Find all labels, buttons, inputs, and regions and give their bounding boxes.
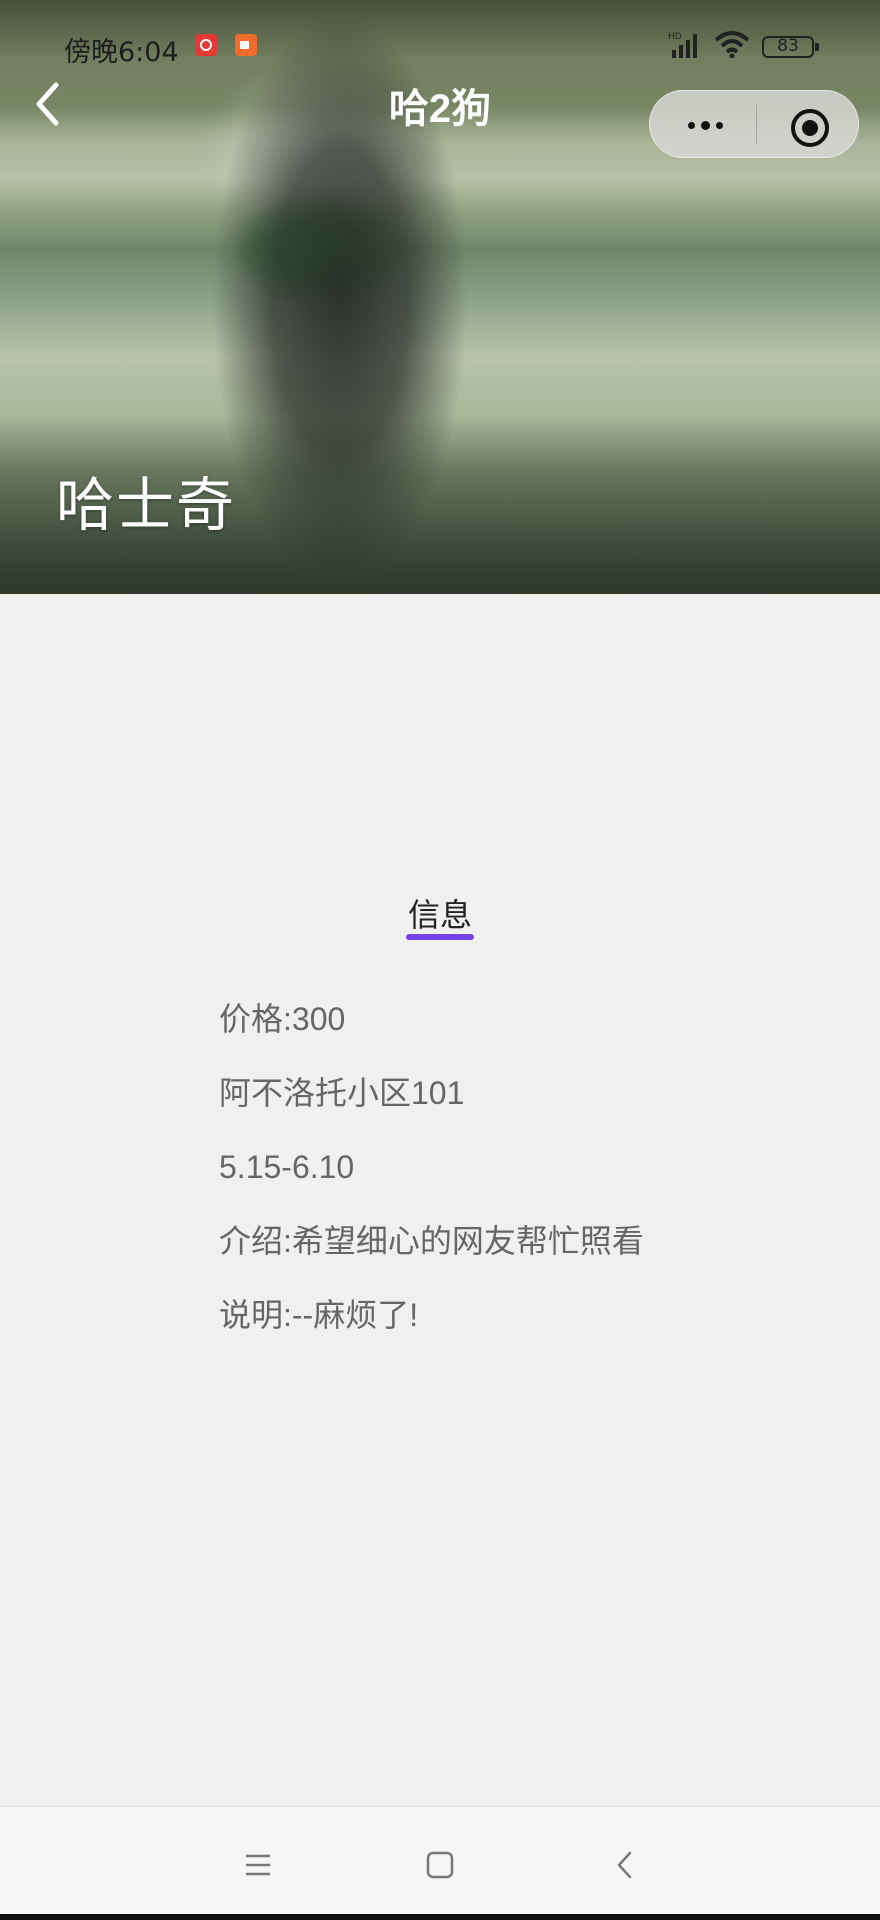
info-intro: 介绍:希望细心的网友帮忙照看: [219, 1223, 644, 1259]
wifi-icon: [714, 31, 750, 58]
cellular-signal-icon: HD: [668, 32, 697, 58]
tab-underline: [406, 934, 474, 940]
info-dates: 5.15-6.10: [219, 1149, 355, 1185]
hd-label: HD: [668, 32, 682, 42]
info-price: 价格:300: [219, 1001, 346, 1037]
target-circle-icon[interactable]: [757, 91, 860, 159]
netease-music-icon: [195, 34, 217, 56]
system-nav-bar: [0, 1806, 880, 1920]
menu-icon[interactable]: [230, 1837, 286, 1893]
battery-indicator: 83: [762, 36, 819, 58]
back-chevron-icon[interactable]: [597, 1837, 653, 1893]
info-note: 说明:--麻烦了!: [219, 1297, 419, 1333]
video-app-icon: [235, 34, 257, 56]
status-time: 傍晚6:04: [64, 37, 179, 68]
status-bar: 傍晚6:04 HD 83: [0, 0, 880, 88]
screen-edge: [0, 1914, 880, 1920]
home-square-icon[interactable]: [412, 1837, 468, 1893]
mini-program-capsule: [649, 90, 859, 158]
info-address: 阿不洛托小区101: [219, 1075, 465, 1111]
hero-title: 哈士奇: [56, 471, 237, 539]
info-list: 价格:300 阿不洛托小区101 5.15-6.10 介绍:希望细心的网友帮忙照…: [219, 995, 819, 1365]
tab-info[interactable]: 信息: [0, 890, 880, 936]
nav-bar: 哈2狗: [0, 76, 880, 158]
more-dots-icon[interactable]: [650, 91, 756, 159]
